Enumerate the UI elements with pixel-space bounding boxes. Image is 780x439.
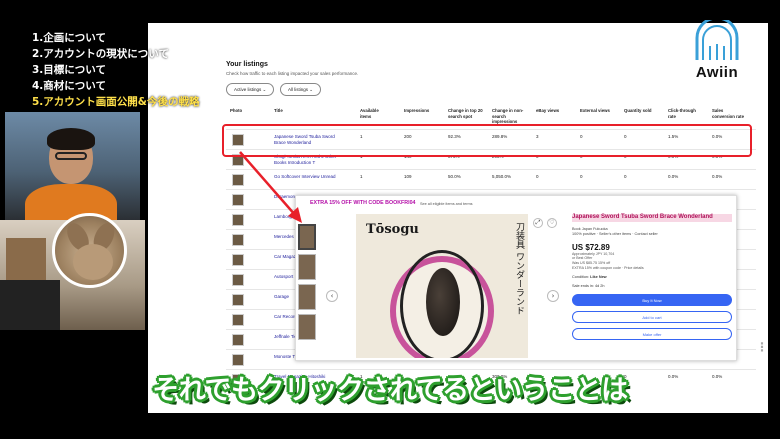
- listing-thumbnail[interactable]: [232, 354, 244, 366]
- coupon-terms-link[interactable]: See all eligible items and terms: [420, 202, 473, 206]
- thumbnail[interactable]: [298, 284, 316, 310]
- rabbit-face: [73, 244, 113, 280]
- agenda-item: 1.企画について: [32, 32, 106, 44]
- sale-ends-value: 4d 2h: [595, 283, 605, 288]
- prev-image-button[interactable]: ‹: [326, 290, 338, 302]
- table-cell: 1: [360, 174, 363, 179]
- coupon-banner: EXTRA 15% OFF WITH CODE BOOKFRI04: [310, 200, 416, 206]
- table-cell: 109: [404, 174, 412, 179]
- column-header[interactable]: External views: [580, 108, 610, 114]
- table-cell: 5,050.0%: [492, 174, 512, 179]
- more-icon: ⋮: [756, 340, 768, 354]
- pointer-arrow-icon: [239, 151, 302, 223]
- awiin-logo: Awiin: [683, 16, 751, 90]
- buy-it-now-button[interactable]: Buy It Now: [572, 293, 732, 306]
- presenter-glasses: [55, 152, 87, 160]
- presenter-webcam: [5, 112, 140, 220]
- tsuba-image: [426, 268, 460, 336]
- rabbit-avatar: [52, 213, 127, 288]
- condition-value: Like New: [590, 274, 607, 279]
- table-cell: 50.0%: [448, 174, 461, 179]
- condition-label: Condition:: [572, 274, 590, 279]
- page-subtitle: Check how traffic to each listing impact…: [226, 71, 359, 76]
- listing-thumbnail[interactable]: [232, 334, 244, 346]
- listing-thumbnail[interactable]: [232, 294, 244, 306]
- make-offer-button[interactable]: Make offer: [572, 327, 732, 340]
- add-to-cart-button[interactable]: Add to cart: [572, 310, 732, 323]
- listing-thumbnail[interactable]: [232, 254, 244, 266]
- column-header[interactable]: Title: [274, 108, 334, 114]
- presenter-hair: [47, 128, 95, 150]
- next-image-button[interactable]: ›: [547, 290, 559, 302]
- column-header[interactable]: Change in non-search impressions: [492, 108, 532, 125]
- filter-label: All listings: [288, 87, 309, 92]
- condition-row: Condition: Like New: [572, 275, 732, 280]
- column-header[interactable]: Click-through rate: [668, 108, 702, 119]
- table-cell: 0: [536, 174, 539, 179]
- agenda-item: 2.アカウントの現状について: [32, 48, 169, 60]
- expand-icon[interactable]: ⤢: [533, 218, 543, 228]
- table-cell: 0.0%: [668, 174, 679, 179]
- logo-text: Awiin: [695, 64, 739, 81]
- item-detail-panel: Japanese Sword Tsuba Sword Brace Wonderl…: [572, 214, 732, 340]
- column-header[interactable]: eBay views: [536, 108, 559, 114]
- column-header[interactable]: Impressions: [404, 108, 429, 114]
- table-cell: 0.0%: [712, 174, 723, 179]
- agenda-item: 4.商材について: [32, 80, 106, 92]
- heart-icon[interactable]: ♡: [547, 218, 557, 228]
- agenda-item-active: 5.アカウント画面公開&今後の戦略: [32, 96, 200, 108]
- sale-ends-row: Sale ends in: 4d 2h: [572, 284, 732, 289]
- book-title: Tōsogu: [366, 222, 419, 237]
- column-header[interactable]: Change in top 20 search spot: [448, 108, 488, 119]
- thumbnail[interactable]: [298, 314, 316, 340]
- column-header[interactable]: Quantity sold: [624, 108, 651, 114]
- agenda-item: 3.目標について: [32, 64, 106, 76]
- room-piano: [0, 280, 60, 330]
- table-cell: 0: [624, 174, 627, 179]
- listing-thumbnail[interactable]: [232, 314, 244, 326]
- video-subtitle: それでもクリックされてるということは: [152, 375, 628, 406]
- bridge-logo-icon: [695, 16, 739, 60]
- seller-info: Book Japan Fukuoka 100% positive · Selle…: [572, 227, 732, 237]
- product-image: Tōsogu 刀装具 ワンダーランド: [356, 214, 528, 358]
- agenda-list: 1.企画について 2.アカウントの現状について 3.目標について 4.商材につい…: [32, 30, 242, 110]
- seller-meta: 100% positive · Seller's other items · C…: [572, 231, 658, 236]
- column-header[interactable]: Sales conversion rate: [712, 108, 746, 119]
- item-title: Japanese Sword Tsuba Sword Brace Wonderl…: [572, 214, 732, 222]
- chevron-down-icon: ⌄: [262, 87, 267, 92]
- sale-ends-label: Sale ends in:: [572, 283, 594, 288]
- thumbnail[interactable]: [298, 224, 316, 250]
- thumbnail-strip: [296, 210, 318, 360]
- filter-all-listings[interactable]: All listings ⌄: [280, 83, 322, 96]
- price-note: EXTRA 15% with coupon code · Price detai…: [572, 265, 644, 270]
- table-cell: 0: [580, 174, 583, 179]
- item-price: US $72.89: [572, 242, 610, 252]
- item-preview-popup: EXTRA 15% OFF WITH CODE BOOKFRI04 See al…: [295, 195, 737, 361]
- chevron-down-icon: ⌄: [309, 87, 314, 92]
- column-header[interactable]: Available items: [360, 108, 386, 119]
- listing-thumbnail[interactable]: [232, 234, 244, 246]
- book-vertical-title: 刀装具 ワンダーランド: [514, 222, 524, 315]
- listing-thumbnail[interactable]: [232, 274, 244, 286]
- thumbnail[interactable]: [298, 254, 316, 280]
